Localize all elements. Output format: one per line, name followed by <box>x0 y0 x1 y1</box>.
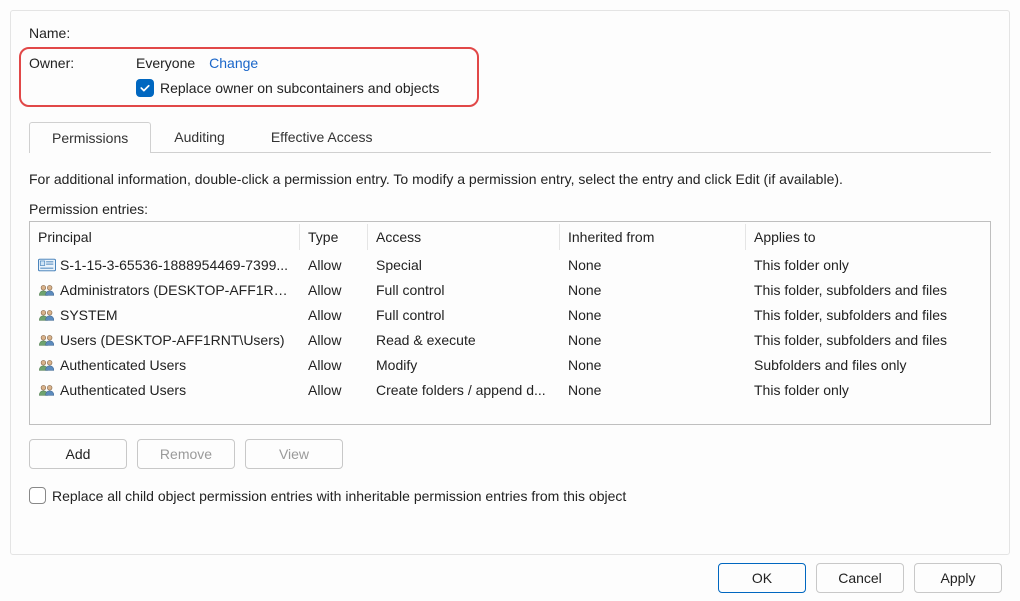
advanced-security-dialog: Name: Owner: Everyone Change Replace own… <box>0 0 1020 601</box>
group-icon <box>38 333 56 347</box>
principal-text: SYSTEM <box>60 307 118 323</box>
owner-highlight-box: Owner: Everyone Change Replace owner on … <box>19 47 479 107</box>
principal-text: Authenticated Users <box>60 382 186 398</box>
replace-child-checkbox[interactable] <box>29 487 46 504</box>
cancel-button[interactable]: Cancel <box>816 563 904 593</box>
access-cell: Special <box>368 255 560 275</box>
info-text: For additional information, double-click… <box>29 171 991 187</box>
grid-body: S-1-15-3-65536-1888954469-7399...AllowSp… <box>30 252 990 424</box>
principal-text: Users (DESKTOP-AFF1RNT\Users) <box>60 332 285 348</box>
access-cell: Full control <box>368 305 560 325</box>
content-frame: Name: Owner: Everyone Change Replace own… <box>10 10 1010 555</box>
table-row[interactable]: S-1-15-3-65536-1888954469-7399... AllowSp… <box>30 252 990 277</box>
access-cell: Full control <box>368 280 560 300</box>
apply-button[interactable]: Apply <box>914 563 1002 593</box>
name-label: Name: <box>29 25 144 41</box>
footer-buttons: OK Cancel Apply <box>718 563 1002 593</box>
principal-text: S-1-15-3-65536-1888954469-7399... <box>60 257 288 273</box>
type-cell: Allow <box>300 255 368 275</box>
type-cell: Allow <box>300 330 368 350</box>
inherited-cell: None <box>560 380 746 400</box>
permissions-grid: Principal Type Access Inherited from App… <box>29 221 991 425</box>
view-button[interactable]: View <box>245 439 343 469</box>
applies-cell: This folder, subfolders and files <box>746 305 990 325</box>
credential-icon <box>38 258 56 272</box>
group-icon <box>38 358 56 372</box>
type-cell: Allow <box>300 280 368 300</box>
principal-text: Administrators (DESKTOP-AFF1RN... <box>60 282 292 298</box>
col-header-applies[interactable]: Applies to <box>746 224 990 250</box>
tab-bar: Permissions Auditing Effective Access <box>29 121 991 153</box>
replace-owner-label: Replace owner on subcontainers and objec… <box>160 80 439 96</box>
table-row[interactable]: Users (DESKTOP-AFF1RNT\Users) AllowRead &… <box>30 327 990 352</box>
col-header-principal-text: Principal <box>38 229 92 245</box>
tab-effective-access[interactable]: Effective Access <box>248 121 396 152</box>
principal-text: Authenticated Users <box>60 357 186 373</box>
inherited-cell: None <box>560 355 746 375</box>
type-cell: Allow <box>300 305 368 325</box>
applies-cell: This folder only <box>746 380 990 400</box>
ok-button[interactable]: OK <box>718 563 806 593</box>
replace-owner-row: Replace owner on subcontainers and objec… <box>136 79 469 97</box>
access-cell: Modify <box>368 355 560 375</box>
applies-cell: This folder, subfolders and files <box>746 330 990 350</box>
replace-owner-checkbox[interactable] <box>136 79 154 97</box>
name-row: Name: <box>29 25 991 41</box>
type-cell: Allow <box>300 355 368 375</box>
table-row[interactable]: Authenticated Users AllowCreate folders /… <box>30 377 990 402</box>
remove-button[interactable]: Remove <box>137 439 235 469</box>
owner-label: Owner: <box>29 55 136 71</box>
access-cell: Read & execute <box>368 330 560 350</box>
col-header-inherited[interactable]: Inherited from <box>560 224 746 250</box>
group-icon <box>38 383 56 397</box>
applies-cell: This folder only <box>746 255 990 275</box>
owner-row: Owner: Everyone Change <box>29 55 469 71</box>
group-icon <box>38 308 56 322</box>
applies-cell: This folder, subfolders and files <box>746 280 990 300</box>
owner-value: Everyone <box>136 55 195 71</box>
change-owner-link[interactable]: Change <box>209 55 258 71</box>
add-button[interactable]: Add <box>29 439 127 469</box>
replace-child-row: Replace all child object permission entr… <box>29 487 991 504</box>
tab-permissions[interactable]: Permissions <box>29 122 151 153</box>
inherited-cell: None <box>560 280 746 300</box>
access-cell: Create folders / append d... <box>368 380 560 400</box>
table-row[interactable]: SYSTEM AllowFull controlNoneThis folder, … <box>30 302 990 327</box>
type-cell: Allow <box>300 380 368 400</box>
check-icon <box>139 82 151 94</box>
grid-header: Principal Type Access Inherited from App… <box>30 222 990 252</box>
col-header-type[interactable]: Type <box>300 224 368 250</box>
inherited-cell: None <box>560 330 746 350</box>
inherited-cell: None <box>560 305 746 325</box>
tab-auditing[interactable]: Auditing <box>151 121 248 152</box>
table-row[interactable]: Administrators (DESKTOP-AFF1RN... AllowFu… <box>30 277 990 302</box>
inherited-cell: None <box>560 255 746 275</box>
col-header-access[interactable]: Access <box>368 224 560 250</box>
group-icon <box>38 283 56 297</box>
table-row[interactable]: Authenticated Users AllowModifyNoneSubfol… <box>30 352 990 377</box>
entries-label: Permission entries: <box>29 201 991 217</box>
applies-cell: Subfolders and files only <box>746 355 990 375</box>
replace-child-label: Replace all child object permission entr… <box>52 488 626 504</box>
entry-buttons: Add Remove View <box>29 439 991 469</box>
col-header-principal[interactable]: Principal <box>30 224 300 250</box>
